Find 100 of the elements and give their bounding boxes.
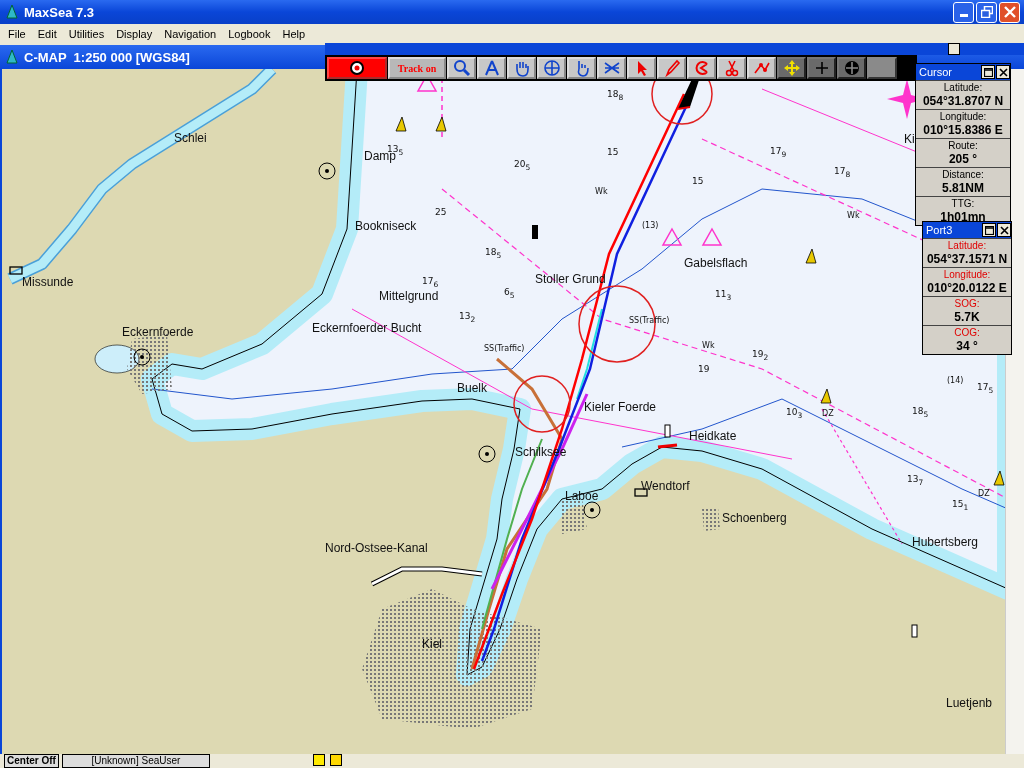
- panel-title: Port3: [926, 224, 953, 236]
- field-label: Longitude:: [943, 269, 991, 281]
- buoy-icon: [395, 116, 407, 132]
- town-area: [702, 507, 720, 531]
- minimize-icon: [959, 14, 968, 17]
- close-button[interactable]: [997, 223, 1011, 237]
- maximize-button[interactable]: [982, 223, 996, 237]
- buoy-icon: [820, 388, 832, 404]
- range-circle: [513, 375, 571, 433]
- place-name: Nord-Ostsee-Kanal: [325, 541, 428, 555]
- field-value: 054°31.8707 N: [922, 94, 1004, 108]
- menu-item[interactable]: Display: [110, 27, 159, 40]
- depth-sounding: 15$_{1}$: [952, 499, 969, 513]
- scissors-tool-button[interactable]: [717, 57, 746, 79]
- compass-icon: [4, 49, 20, 65]
- cross-lines-tool-button[interactable]: [597, 57, 626, 79]
- pointer-hand-tool-button[interactable]: [567, 57, 596, 79]
- search-icon: [452, 59, 471, 77]
- menu-item[interactable]: File: [2, 27, 32, 40]
- buoy-icon: [435, 116, 447, 132]
- place-name: Mittelgrund: [379, 289, 439, 303]
- place-name: Buelk: [457, 381, 488, 395]
- curl-tool-button[interactable]: [687, 57, 716, 79]
- pencil-tool-button[interactable]: [657, 57, 686, 79]
- blank-tool-button[interactable]: [867, 57, 897, 79]
- depth-sounding: 20$_{5}$: [514, 159, 531, 173]
- field-label: SOG:: [954, 298, 980, 310]
- place-name: Luetjenb: [946, 696, 993, 710]
- warning-triangle-icon: [701, 227, 723, 246]
- field-value: 010°15.8386 E: [923, 123, 1003, 137]
- depth-sounding: 17$_{9}$: [770, 146, 787, 160]
- move-icon: [782, 59, 801, 77]
- depth-sounding: 15: [607, 147, 619, 158]
- magnifier-tool-button[interactable]: [447, 57, 476, 79]
- move-tool-button[interactable]: [777, 57, 806, 79]
- place-name: Kiel: [422, 637, 442, 651]
- plus-tool-button[interactable]: [807, 57, 836, 79]
- field-label: Route:: [948, 140, 978, 152]
- depth-sounding: 17$_{6}$: [422, 276, 439, 290]
- place-name: Missunde: [22, 275, 74, 289]
- depth-sounding: 18$_{8}$: [607, 89, 624, 103]
- place-name: Hubertsberg: [912, 535, 979, 549]
- target-button[interactable]: [327, 57, 387, 79]
- landmark-circle-icon: [583, 501, 601, 519]
- hand-tool-button[interactable]: [507, 57, 536, 79]
- minimize-button[interactable]: [953, 1, 974, 23]
- town-area: [562, 499, 587, 534]
- compass-icon: [4, 4, 20, 20]
- depth-sounding: 11$_{3}$: [715, 289, 732, 303]
- place-name: Kieler Foerde: [584, 400, 657, 414]
- arrow-tool-button[interactable]: [627, 57, 656, 79]
- maximize-button[interactable]: [981, 65, 995, 79]
- field-label: Distance:: [942, 169, 984, 181]
- crosshair-tool-button[interactable]: [537, 57, 566, 79]
- circle-cross-icon: [842, 59, 861, 77]
- chart-annotation: Wk: [595, 187, 608, 197]
- menu-item[interactable]: Logbook: [222, 27, 277, 40]
- field-label: Latitude:: [947, 240, 987, 252]
- landmark-circle-icon: [478, 445, 496, 463]
- depth-sounding: 6$_{5}$: [504, 287, 515, 301]
- chart-annotation: DZ: [822, 409, 834, 419]
- building-icon: [634, 488, 648, 497]
- center-mode-button[interactable]: Center Off: [4, 754, 59, 768]
- panel-title: Cursor: [919, 66, 952, 78]
- divider-icon: [482, 59, 501, 77]
- circle-cross-tool-button[interactable]: [837, 57, 866, 79]
- menu-item[interactable]: Help: [276, 27, 312, 40]
- maximize-button[interactable]: [948, 43, 960, 55]
- lighthouse-icon: [911, 624, 918, 638]
- close-icon: [999, 225, 1009, 235]
- landmark-circle-icon: [133, 348, 151, 366]
- field-label: COG:: [954, 327, 980, 339]
- menu-item[interactable]: Utilities: [62, 27, 111, 40]
- depth-sounding: 19: [698, 364, 710, 375]
- town-area: [127, 334, 172, 394]
- close-button[interactable]: [996, 65, 1010, 79]
- chart-annotation: Wk: [847, 211, 860, 221]
- depth-sounding: 17$_{5}$: [977, 382, 994, 396]
- window-title: MaxSea 7.3: [24, 4, 95, 20]
- user-status: [Unknown] SeaUser: [61, 754, 210, 768]
- depth-sounding: 19$_{2}$: [752, 349, 769, 363]
- place-name: Bookniseck: [355, 219, 417, 233]
- depth-sounding: 13$_{7}$: [907, 474, 924, 488]
- building-icon: [9, 266, 23, 275]
- place-name: Ki: [904, 132, 915, 146]
- field-value: 5.81NM: [942, 181, 984, 195]
- menu-item[interactable]: Navigation: [158, 27, 223, 40]
- maximize-icon: [983, 67, 993, 77]
- restore-button[interactable]: [976, 1, 997, 23]
- depth-sounding: 18$_{5}$: [485, 247, 502, 261]
- landmark-circle-icon: [318, 162, 336, 180]
- maximize-icon: [984, 225, 994, 235]
- field-value: 1h01mn: [940, 210, 986, 224]
- place-name: Wendtorf: [641, 479, 690, 493]
- field-label: TTG:: [951, 198, 975, 210]
- menu-item[interactable]: Edit: [31, 27, 63, 40]
- cross-lines-icon: [602, 59, 621, 77]
- restore-icon: [980, 6, 993, 18]
- target-icon: [347, 59, 367, 77]
- buoy-icon: [805, 248, 817, 264]
